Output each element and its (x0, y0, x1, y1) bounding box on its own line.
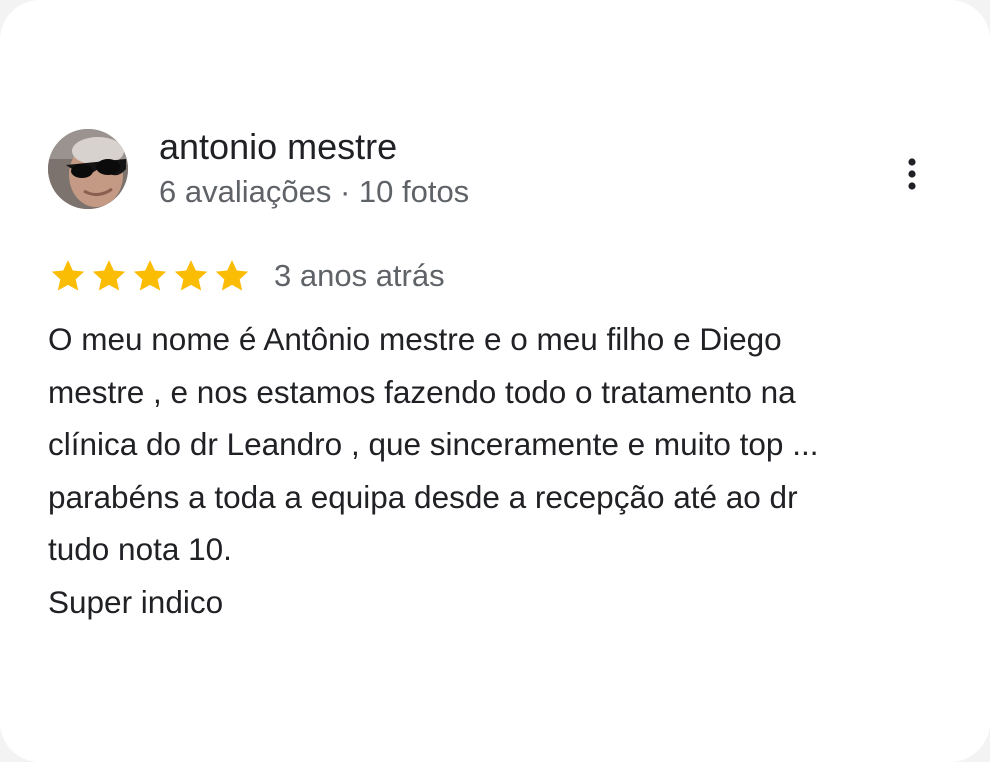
star-rating (48, 256, 252, 296)
author-avatar[interactable] (48, 129, 128, 209)
author-meta[interactable]: 6 avaliações · 10 fotos (159, 172, 469, 212)
more-options-button[interactable] (890, 150, 934, 198)
rating-row: 3 anos atrás (48, 255, 445, 297)
star-icon (215, 260, 249, 291)
star-icon (92, 260, 126, 291)
star-icon (174, 260, 208, 291)
review-text: O meu nome é Antônio mestre e o meu filh… (48, 321, 819, 620)
review-card: antonio mestre 6 avaliações · 10 fotos 3… (0, 0, 990, 762)
star-icon (51, 260, 85, 291)
avatar-photo (48, 129, 128, 209)
author-name[interactable]: antonio mestre (159, 126, 397, 168)
more-vert-icon (908, 158, 916, 190)
star-icon (133, 260, 167, 291)
review-date: 3 anos atrás (274, 258, 445, 293)
